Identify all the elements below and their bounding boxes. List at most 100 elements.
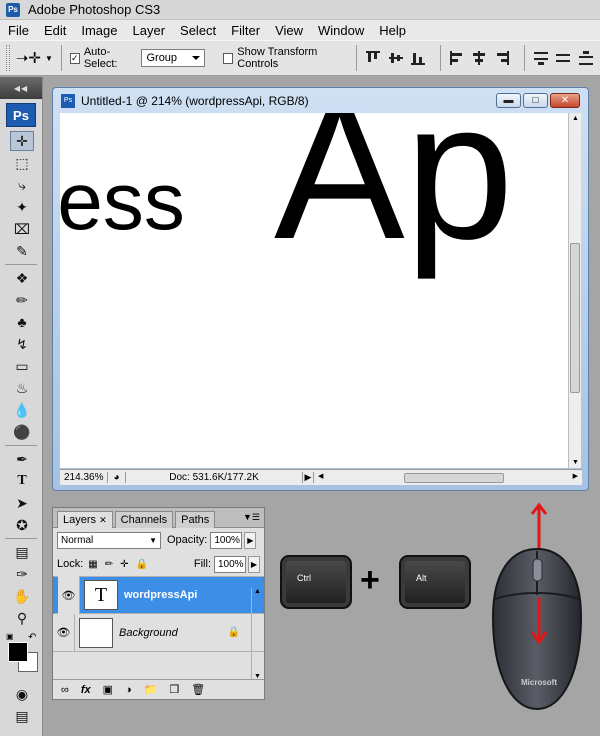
close-button[interactable]: ✕ [550, 93, 580, 108]
align-vcenter-icon[interactable] [388, 50, 403, 66]
scroll-down-icon[interactable]: ▼ [572, 459, 579, 466]
magic-wand-tool-icon[interactable]: ✦ [10, 197, 34, 217]
layer-style-icon[interactable]: fx [81, 684, 91, 696]
lock-transparent-icon[interactable]: ▦ [88, 559, 97, 570]
layer-name[interactable]: Background [119, 627, 178, 639]
horizontal-scrollbar[interactable]: ◀ ▶ [314, 470, 582, 486]
swap-colors-icon[interactable]: ↶ [28, 632, 36, 643]
menu-filter[interactable]: Filter [231, 23, 260, 38]
photoshop-logo[interactable]: Ps [6, 103, 36, 127]
link-layers-icon[interactable]: ∞ [61, 684, 69, 696]
distribute-vcenter-icon[interactable] [555, 50, 571, 66]
history-brush-tool-icon[interactable]: ↯ [10, 334, 34, 354]
vertical-scrollbar[interactable]: ▲ ▼ [568, 113, 581, 468]
scroll-up-icon[interactable]: ▲ [572, 115, 579, 122]
show-transform-checkbox[interactable] [223, 52, 234, 64]
marquee-tool-icon[interactable]: ⬚ [10, 153, 34, 173]
add-mask-icon[interactable]: ▣ [103, 683, 113, 696]
brush-tool-icon[interactable]: ✏ [10, 290, 34, 310]
lock-pixels-icon[interactable]: ✏ [105, 559, 113, 570]
adjustment-layer-icon[interactable]: ◑ [125, 684, 132, 696]
new-group-icon[interactable]: 📁 [144, 683, 158, 696]
foreground-color-swatch[interactable] [8, 642, 28, 662]
lasso-tool-icon[interactable]: ⤷ [10, 175, 34, 195]
clone-stamp-tool-icon[interactable]: ♣ [10, 312, 34, 332]
shape-tool-icon[interactable]: ✪ [10, 515, 34, 535]
align-bottom-icon[interactable] [410, 50, 425, 66]
visibility-eye-icon[interactable]: 👁 [58, 576, 80, 614]
toolbox-grip[interactable]: ◀◀ [0, 77, 42, 99]
options-bar-grip[interactable] [6, 45, 10, 71]
lock-all-icon[interactable]: 🔒 [136, 559, 148, 570]
scroll-up-icon[interactable]: ▲ [254, 588, 261, 595]
notes-tool-icon[interactable]: ▤ [10, 542, 34, 562]
tab-channels[interactable]: Channels [114, 511, 174, 528]
opacity-value: 100% [214, 534, 240, 546]
status-menu-icon[interactable]: ▶ [302, 472, 314, 483]
visibility-eye-icon[interactable]: 👁 [53, 613, 75, 652]
align-left-icon[interactable] [449, 50, 463, 66]
trash-icon[interactable]: 🗑 [191, 683, 205, 696]
scroll-left-icon[interactable]: ◀ [318, 472, 323, 480]
vertical-scroll-thumb[interactable] [570, 243, 580, 393]
align-top-icon[interactable] [365, 50, 381, 66]
quick-mask-icon[interactable]: ◉ [10, 684, 34, 704]
tab-paths[interactable]: Paths [175, 511, 216, 528]
align-hcenter-icon[interactable] [471, 50, 486, 66]
new-layer-icon[interactable]: ❐ [169, 683, 179, 696]
tool-preset-picker[interactable]: ➝✛ ▼ [16, 47, 53, 69]
zoom-tool-icon[interactable]: ⚲ [10, 608, 34, 628]
hand-tool-icon[interactable]: ✋ [10, 586, 34, 606]
status-info-icon[interactable]: ◕ [108, 472, 126, 483]
blur-tool-icon[interactable]: 💧 [10, 400, 34, 420]
distribute-bottom-icon[interactable] [578, 50, 593, 66]
menu-image[interactable]: Image [81, 23, 117, 38]
menu-select[interactable]: Select [180, 23, 216, 38]
horizontal-scroll-thumb[interactable] [404, 472, 504, 483]
document-canvas[interactable]: ress Ap [60, 113, 570, 468]
move-tool-icon[interactable]: ✛ [10, 131, 34, 151]
opacity-slider-toggle[interactable]: ▶ [244, 531, 257, 549]
tab-layers[interactable]: Layers ✕ [57, 511, 113, 528]
slice-tool-icon[interactable]: ✎ [10, 241, 34, 261]
pen-tool-icon[interactable]: ✒ [10, 449, 34, 469]
healing-brush-tool-icon[interactable]: ❖ [10, 268, 34, 288]
menu-window[interactable]: Window [318, 23, 364, 38]
eraser-tool-icon[interactable]: ▭ [10, 356, 34, 376]
menu-layer[interactable]: Layer [133, 23, 166, 38]
minimize-button[interactable]: ▬ [496, 93, 521, 108]
screen-mode-icon[interactable]: ▤ [10, 706, 34, 726]
layer-row-wordpressapi[interactable]: 👁 T wordpressApi [53, 576, 264, 614]
lock-position-icon[interactable]: ✛ [120, 559, 128, 570]
layers-scrollbar[interactable]: ▲ ▼ [251, 588, 262, 680]
menu-file[interactable]: File [8, 23, 29, 38]
distribute-top-icon[interactable] [533, 50, 549, 66]
auto-select-checkbox[interactable]: ✓ [69, 52, 80, 64]
fill-label: Fill: [193, 558, 211, 570]
close-icon[interactable]: ✕ [99, 515, 107, 526]
scroll-right-icon[interactable]: ▶ [573, 472, 578, 480]
maximize-button[interactable]: □ [523, 93, 548, 108]
auto-select-dropdown[interactable]: Group [141, 49, 206, 67]
align-right-icon[interactable] [494, 50, 509, 66]
opacity-field[interactable]: 100% [210, 531, 243, 549]
path-selection-tool-icon[interactable]: ➤ [10, 493, 34, 513]
panel-menu-icon[interactable]: ▼☰ [243, 512, 260, 523]
menu-view[interactable]: View [275, 23, 303, 38]
menu-help[interactable]: Help [379, 23, 406, 38]
fill-field[interactable]: 100% [214, 555, 246, 573]
blend-mode-dropdown[interactable]: Normal ▼ [57, 531, 161, 549]
type-tool-icon[interactable]: T [10, 471, 34, 491]
paint-bucket-tool-icon[interactable]: ♨ [10, 378, 34, 398]
menu-edit[interactable]: Edit [44, 23, 66, 38]
lock-label: Lock: [57, 558, 84, 570]
layer-name[interactable]: wordpressApi [124, 589, 197, 601]
default-colors-icon[interactable]: ▣ [6, 632, 14, 641]
crop-tool-icon[interactable]: ⌧ [10, 219, 34, 239]
blend-mode-value: Normal [61, 534, 94, 546]
eyedropper-tool-icon[interactable]: ✑ [10, 564, 34, 584]
zoom-level[interactable]: 214.36% [60, 472, 108, 483]
layer-row-background[interactable]: 👁 Background 🔒 [53, 613, 264, 652]
fill-slider-toggle[interactable]: ▶ [248, 555, 260, 573]
dodge-tool-icon[interactable]: ⚫ [10, 422, 34, 442]
